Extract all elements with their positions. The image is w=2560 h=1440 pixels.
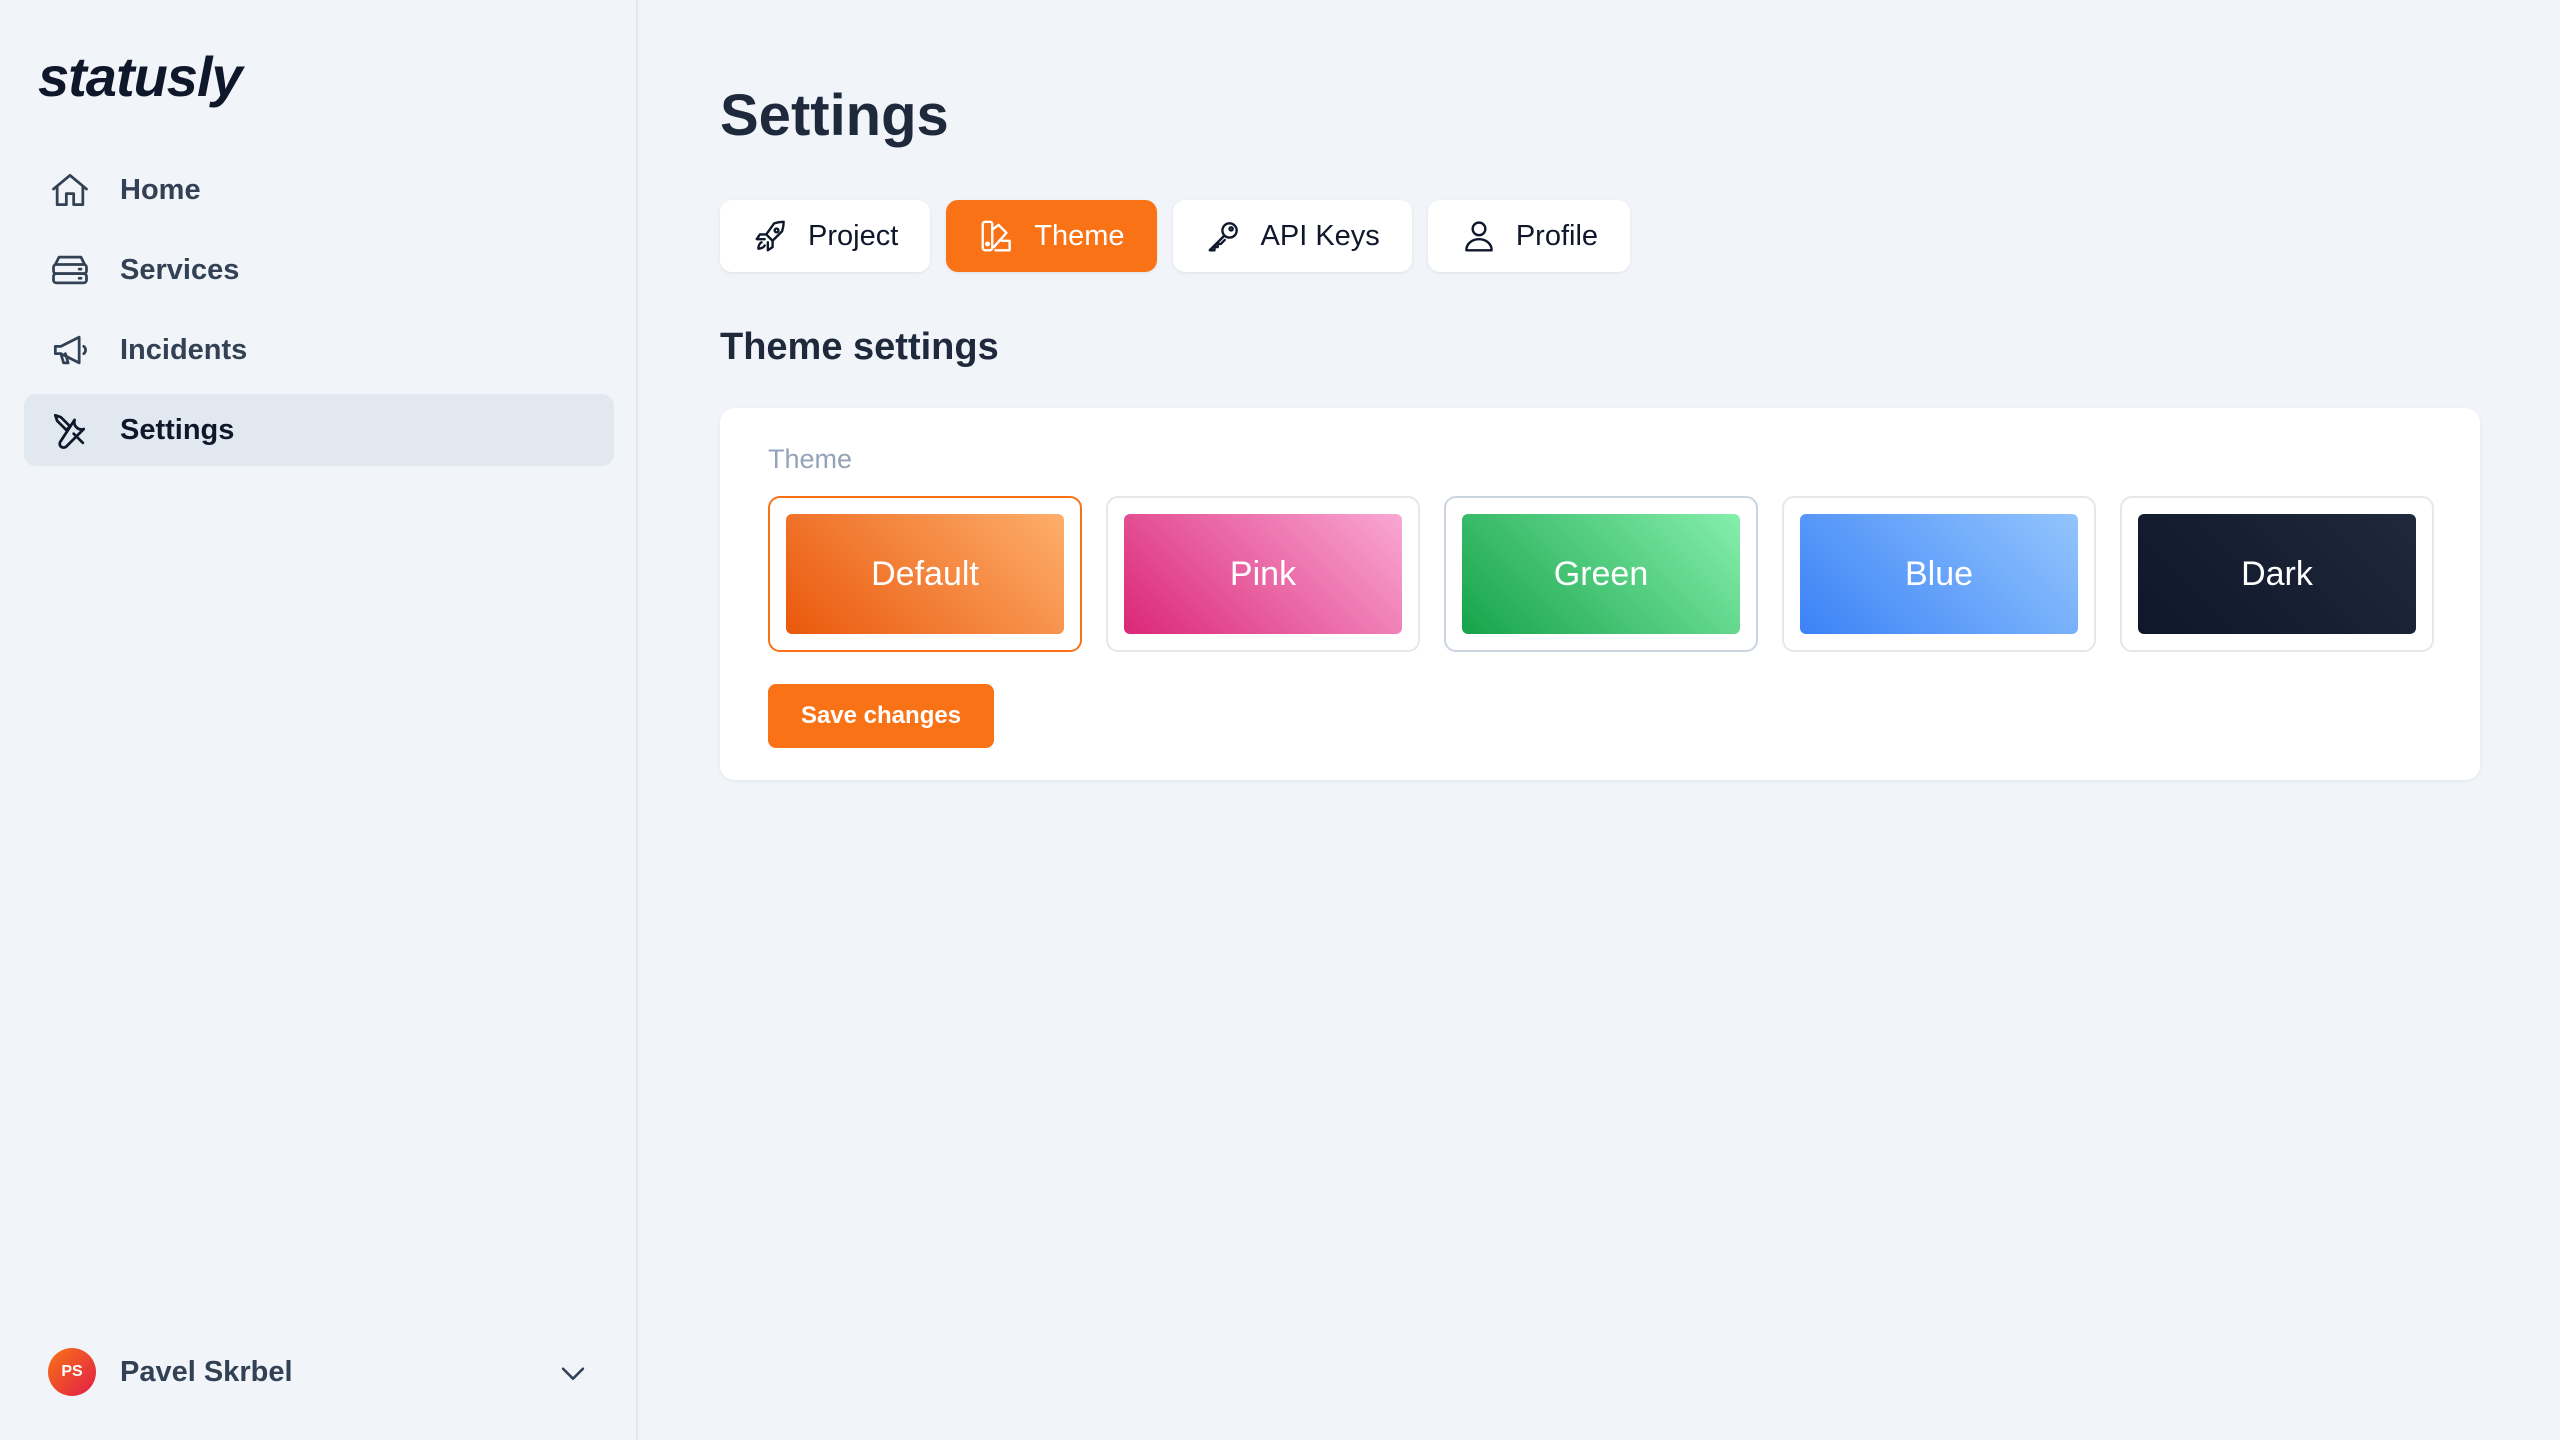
theme-card: Theme Default Pink Green Blue Dark Save bbox=[720, 408, 2480, 780]
tab-label: Theme bbox=[1034, 219, 1125, 252]
tab-label: API Keys bbox=[1260, 219, 1380, 252]
tab-api-keys[interactable]: API Keys bbox=[1172, 200, 1412, 272]
user-menu[interactable]: PS Pavel Skrbel bbox=[24, 1336, 614, 1408]
theme-options: Default Pink Green Blue Dark bbox=[768, 496, 2434, 652]
theme-swatch-label: Dark bbox=[2138, 514, 2416, 634]
theme-swatch-label: Pink bbox=[1124, 514, 1402, 634]
page-title: Settings bbox=[720, 83, 949, 148]
rocket-icon bbox=[752, 217, 790, 255]
sidebar-item-label: Incidents bbox=[120, 333, 248, 366]
tools-icon bbox=[48, 408, 92, 452]
home-icon bbox=[48, 168, 92, 212]
section-title: Theme settings bbox=[720, 326, 999, 368]
settings-tabs: Project Theme API Keys Profile bbox=[720, 200, 1631, 272]
tab-profile[interactable]: Profile bbox=[1427, 200, 1631, 272]
sidebar-item-incidents[interactable]: Incidents bbox=[24, 314, 614, 386]
theme-option-default[interactable]: Default bbox=[768, 496, 1082, 652]
tab-label: Project bbox=[808, 219, 899, 252]
palette-icon bbox=[978, 217, 1016, 255]
app-root: statusly Home Services Incidents Setting… bbox=[0, 0, 2560, 1440]
theme-option-pink[interactable]: Pink bbox=[1106, 496, 1420, 652]
megaphone-icon bbox=[48, 328, 92, 372]
sidebar-item-settings[interactable]: Settings bbox=[24, 394, 614, 466]
sidebar: statusly Home Services Incidents Setting… bbox=[0, 0, 638, 1440]
theme-swatch-label: Green bbox=[1462, 514, 1740, 634]
sidebar-item-label: Home bbox=[120, 173, 201, 206]
tab-theme[interactable]: Theme bbox=[946, 200, 1157, 272]
server-icon bbox=[48, 248, 92, 292]
theme-field-label: Theme bbox=[768, 444, 853, 474]
theme-option-blue[interactable]: Blue bbox=[1782, 496, 2096, 652]
chevron-down-icon[interactable] bbox=[556, 1356, 590, 1390]
app-logo: statusly bbox=[38, 45, 243, 108]
tab-label: Profile bbox=[1515, 219, 1599, 252]
user-name: Pavel Skrbel bbox=[120, 1355, 293, 1388]
sidebar-item-label: Services bbox=[120, 253, 240, 286]
tab-project[interactable]: Project bbox=[720, 200, 931, 272]
sidebar-nav: Home Services Incidents Settings bbox=[24, 154, 614, 474]
theme-swatch-label: Default bbox=[786, 514, 1064, 634]
sidebar-item-label: Settings bbox=[120, 413, 235, 446]
sidebar-item-home[interactable]: Home bbox=[24, 154, 614, 226]
theme-option-dark[interactable]: Dark bbox=[2120, 496, 2434, 652]
save-button[interactable]: Save changes bbox=[768, 684, 994, 748]
theme-swatch-label: Blue bbox=[1800, 514, 2078, 634]
theme-option-green[interactable]: Green bbox=[1444, 496, 1758, 652]
sidebar-item-services[interactable]: Services bbox=[24, 234, 614, 306]
user-icon bbox=[1460, 217, 1498, 255]
avatar: PS bbox=[48, 1348, 96, 1396]
key-icon bbox=[1205, 217, 1243, 255]
